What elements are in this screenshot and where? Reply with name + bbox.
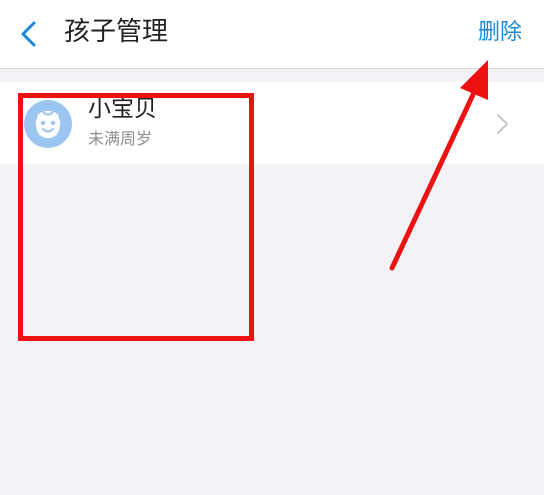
baby-face-icon <box>24 100 72 148</box>
annotation-arrow <box>389 60 488 271</box>
child-name: 小宝贝 <box>88 96 157 122</box>
child-list-item[interactable]: 小宝贝 未满周岁 <box>0 82 544 164</box>
chevron-left-icon <box>21 21 36 47</box>
child-age: 未满周岁 <box>88 129 153 148</box>
back-button[interactable] <box>14 18 44 50</box>
delete-button[interactable]: 删除 <box>478 16 522 50</box>
avatar <box>24 100 72 148</box>
navigation-bar: 孩子管理 删除 <box>0 0 544 69</box>
chevron-right-icon <box>496 112 510 136</box>
page-title: 孩子管理 <box>64 17 169 47</box>
child-list: 小宝贝 未满周岁 <box>0 82 544 164</box>
